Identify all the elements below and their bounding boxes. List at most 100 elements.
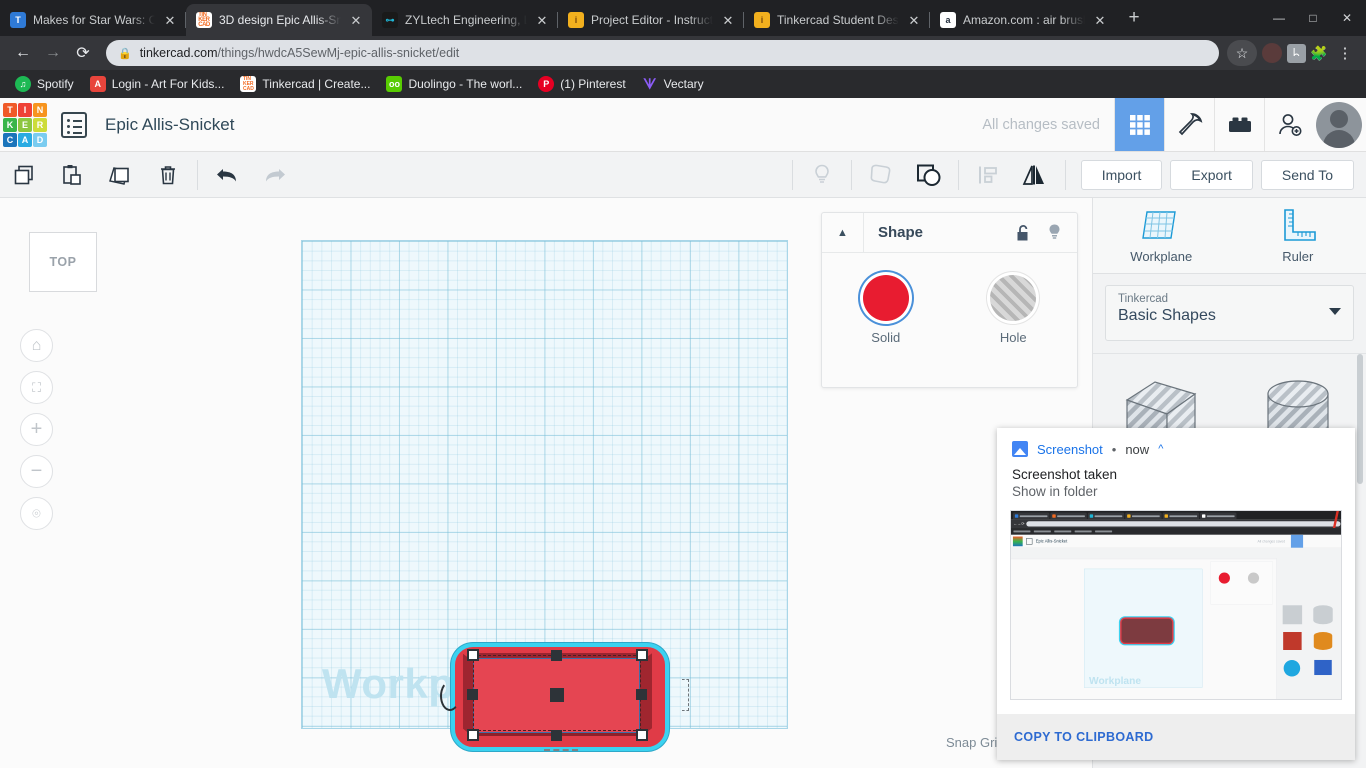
tab-close-button[interactable]: ✕	[1092, 14, 1108, 27]
scale-handle-left[interactable]	[467, 689, 478, 700]
project-list-icon[interactable]	[61, 111, 87, 138]
sidebar-item-ruler[interactable]: Ruler	[1230, 198, 1366, 273]
copy-to-clipboard-button[interactable]: COPY TO CLIPBOARD	[1014, 730, 1154, 744]
shape-panel-header: ▲ Shape	[822, 213, 1077, 253]
hole-label: Hole	[999, 330, 1027, 345]
tinkercad-logo-icon[interactable]: T I N K E R C A D	[3, 102, 47, 147]
back-button[interactable]: ←	[8, 39, 38, 67]
selected-shape-group[interactable]	[440, 641, 689, 755]
forward-button[interactable]: →	[38, 39, 68, 67]
tab-favicon-instructables: i	[568, 12, 584, 28]
lego-brick-icon[interactable]	[1214, 98, 1264, 151]
tab-strip: T Makes for Star Wars: Clo ✕ TIN KER CAD 3…	[0, 0, 1262, 36]
browser-tab-1[interactable]: T Makes for Star Wars: Clo ✕	[0, 4, 186, 36]
send-to-button[interactable]: Send To	[1260, 159, 1354, 190]
duplicate-icon[interactable]	[96, 152, 144, 197]
solid-color-swatch[interactable]	[862, 275, 909, 321]
spotify-icon: ♫	[15, 76, 31, 92]
align-icon	[964, 152, 1012, 197]
bookmark-art-for-kids[interactable]: A Login - Art For Kids...	[83, 73, 232, 95]
invite-person-icon[interactable]	[1264, 98, 1314, 151]
paste-icon[interactable]	[48, 152, 96, 197]
notification-header: Screenshot • now ^	[997, 428, 1355, 457]
chevron-up-icon[interactable]: ^	[1158, 443, 1163, 455]
view-cube[interactable]: TOP	[29, 232, 97, 292]
screenshot-preview-thumbnail[interactable]: ←→⟳ Epic Allis-Snicket All changes saved	[1010, 510, 1342, 700]
tab-title: Project Editor - Instructa	[591, 13, 713, 27]
height-handle-center[interactable]	[550, 688, 564, 702]
home-view-icon[interactable]: ⌂	[20, 329, 53, 362]
bookmark-duolingo[interactable]: oo Duolingo - The worl...	[379, 73, 529, 95]
import-button[interactable]: Import	[1080, 159, 1163, 190]
rotate-handle-icon[interactable]	[440, 681, 460, 711]
fit-to-view-icon[interactable]: ⛶	[20, 371, 53, 404]
scale-handle-br[interactable]	[636, 729, 648, 741]
delete-trash-icon[interactable]	[144, 152, 192, 197]
browser-tab-2-active[interactable]: TIN KER CAD 3D design Epic Allis-Snic ✕	[186, 4, 372, 36]
scale-handle-tr[interactable]	[636, 649, 648, 661]
unlock-icon[interactable]	[1009, 224, 1039, 242]
lightbulb-icon[interactable]	[1039, 223, 1069, 242]
bookmark-pinterest[interactable]: P (1) Pinterest	[531, 73, 632, 95]
tab-close-button[interactable]: ✕	[906, 14, 922, 27]
sidebar-tools: Workplane Ruler	[1093, 198, 1366, 274]
profile-avatar-icon[interactable]	[1262, 43, 1282, 63]
logo-tile-e: E	[18, 117, 32, 132]
new-tab-button[interactable]: +	[1120, 5, 1148, 33]
chevron-down-icon[interactable]	[1329, 308, 1341, 315]
page-title[interactable]: Epic Allis-Snicket	[105, 115, 234, 135]
hole-swatch[interactable]	[990, 275, 1037, 321]
extension-h-icon[interactable]: ᖺ	[1287, 43, 1306, 63]
screenshot-notification[interactable]: Screenshot • now ^ Screenshot taken Show…	[997, 428, 1355, 760]
blocks-grid-icon[interactable]	[1114, 98, 1164, 151]
scale-handle-top[interactable]	[551, 650, 562, 661]
address-bar[interactable]: 🔒 tinkercad.com/things/hwdcA5SewMj-epic-…	[106, 40, 1219, 66]
scale-handle-tl[interactable]	[467, 649, 479, 661]
tab-close-button[interactable]: ✕	[348, 14, 364, 27]
shape-panel-body: Solid Hole	[822, 253, 1077, 345]
menu-kebab-icon[interactable]: ⋮	[1332, 40, 1358, 66]
tab-favicon-zyltech: ⊶	[382, 12, 398, 28]
redo-icon[interactable]	[251, 152, 299, 197]
shape-option-hole[interactable]: Hole	[950, 275, 1078, 345]
minecraft-pickaxe-icon[interactable]	[1164, 98, 1214, 151]
logo-tile-n: N	[33, 102, 47, 117]
toolbar-divider	[1064, 159, 1066, 190]
scale-handle-bottom[interactable]	[551, 730, 562, 741]
puzzle-icon[interactable]: 🧩	[1306, 40, 1332, 66]
sidebar-item-workplane[interactable]: Workplane	[1093, 198, 1230, 273]
bookmark-vectary[interactable]: ᗐ Vectary	[635, 73, 711, 95]
window-minimize-button[interactable]: —	[1262, 3, 1296, 33]
perspective-toggle-icon[interactable]: ⌾	[20, 497, 53, 530]
tinkercad-edit-toolbar: Import Export Send To	[0, 152, 1366, 198]
browser-tab-6[interactable]: a Amazon.com : air brush ✕	[930, 4, 1116, 36]
shape-option-solid[interactable]: Solid	[822, 275, 950, 345]
user-avatar[interactable]	[1316, 101, 1362, 148]
shape-library-dropdown[interactable]: Tinkercad Basic Shapes	[1105, 285, 1354, 341]
reload-button[interactable]: ⟳	[68, 39, 98, 67]
tab-close-button[interactable]: ✕	[534, 14, 550, 27]
browser-tab-5[interactable]: i Tinkercad Student Desig ✕	[744, 4, 930, 36]
window-maximize-button[interactable]: □	[1296, 3, 1330, 33]
zoom-out-icon[interactable]: −	[20, 455, 53, 488]
bookmark-spotify[interactable]: ♫ Spotify	[8, 73, 81, 95]
browser-tab-4[interactable]: i Project Editor - Instructa ✕	[558, 4, 744, 36]
scale-handle-right[interactable]	[636, 689, 647, 700]
sidebar-scrollbar[interactable]	[1357, 354, 1363, 484]
undo-icon[interactable]	[203, 152, 251, 197]
bookmark-tinkercad[interactable]: TIN KER CAD Tinkercad | Create...	[233, 73, 377, 95]
bookmark-star-icon[interactable]: ☆	[1227, 40, 1257, 66]
tab-close-button[interactable]: ✕	[162, 14, 178, 27]
copy-icon[interactable]	[0, 152, 48, 197]
window-close-button[interactable]: ✕	[1330, 3, 1364, 33]
export-button[interactable]: Export	[1170, 159, 1253, 190]
notification-subtitle[interactable]: Show in folder	[997, 482, 1355, 499]
scale-handle-bl[interactable]	[467, 729, 479, 741]
zoom-in-icon[interactable]: +	[20, 413, 53, 446]
collapse-panel-button[interactable]: ▲	[822, 213, 864, 252]
notification-separator: •	[1111, 441, 1117, 457]
ungroup-icon[interactable]	[905, 152, 953, 197]
tab-close-button[interactable]: ✕	[720, 14, 736, 27]
mirror-flip-icon[interactable]	[1012, 152, 1060, 197]
browser-tab-3[interactable]: ⊶ ZYLtech Engineering, LLC ✕	[372, 4, 558, 36]
